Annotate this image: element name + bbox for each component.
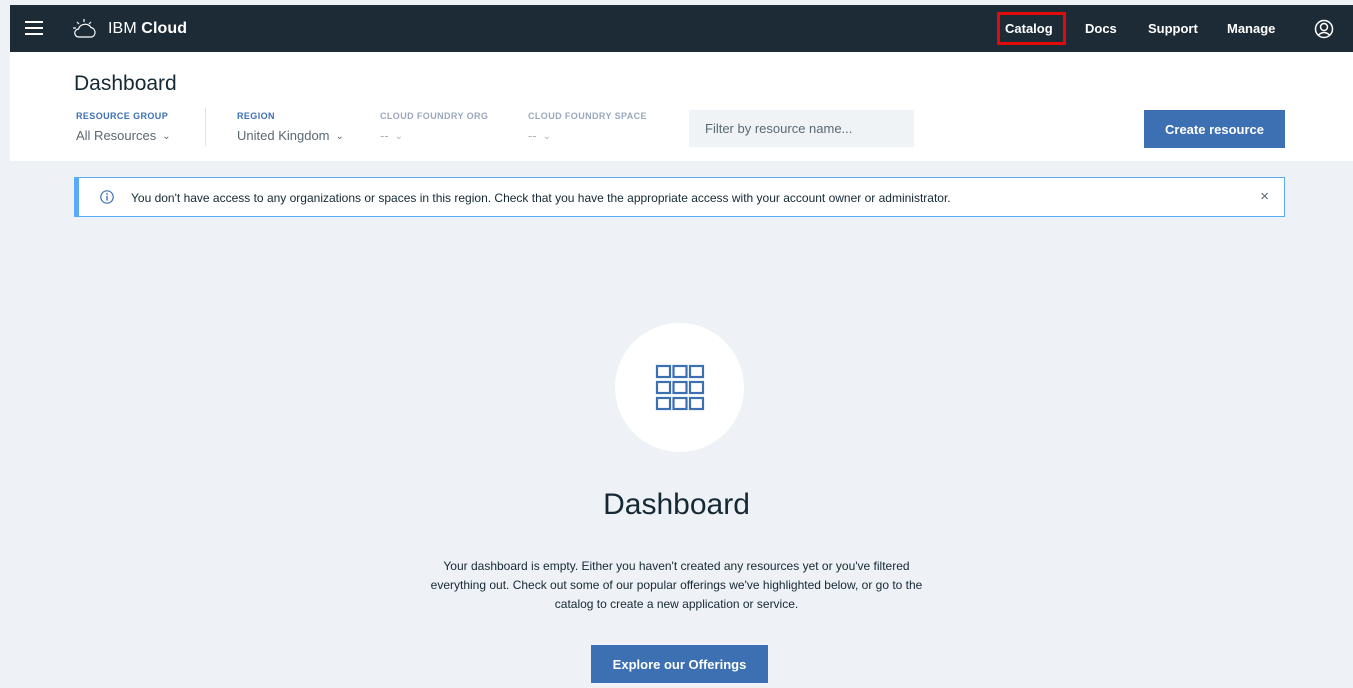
brand-name: IBM Cloud (108, 20, 187, 38)
user-avatar-icon[interactable] (1314, 19, 1334, 39)
resource-group-label: RESOURCE GROUP (76, 111, 169, 121)
cloud-logo-icon (73, 19, 96, 38)
top-navigation-bar: IBM Cloud Catalog Docs Support Manage (10, 5, 1353, 52)
chevron-down-icon: ⌄ (162, 131, 171, 142)
brand-name-light: IBM (108, 20, 137, 37)
explore-offerings-button[interactable]: Explore our Offerings (591, 645, 768, 683)
nav-docs[interactable]: Docs (1085, 21, 1117, 36)
page-title: Dashboard (74, 72, 177, 95)
banner-message: You don't have access to any organizatio… (131, 191, 951, 205)
cloud-foundry-org-label: CLOUD FOUNDRY ORG (380, 111, 489, 121)
chevron-down-icon: ⌄ (542, 131, 552, 142)
grid-icon (655, 364, 705, 411)
resource-group-value: All Resources (76, 128, 157, 143)
dashboard-header: Dashboard RESOURCE GROUP All Resources ⌄ … (10, 52, 1353, 161)
empty-state-description: Your dashboard is empty. Either you have… (430, 559, 923, 611)
cloud-foundry-space-value: -- (528, 128, 537, 143)
hamburger-menu-icon[interactable] (25, 21, 43, 35)
cloud-foundry-space-dropdown[interactable]: -- ⌄ (528, 128, 551, 143)
chevron-down-icon: ⌄ (335, 131, 344, 142)
filter-divider (205, 108, 206, 146)
nav-catalog[interactable]: Catalog (1005, 21, 1053, 36)
region-value: United Kingdom (237, 128, 330, 143)
create-resource-button[interactable]: Create resource (1144, 110, 1285, 148)
cloud-foundry-org-dropdown[interactable]: -- ⌄ (380, 128, 403, 143)
info-banner: You don't have access to any organizatio… (74, 177, 1285, 217)
resource-group-dropdown[interactable]: All Resources ⌄ (76, 128, 171, 143)
close-icon[interactable]: × (1260, 188, 1269, 205)
chevron-down-icon: ⌄ (394, 131, 404, 142)
nav-support[interactable]: Support (1148, 21, 1198, 36)
nav-manage[interactable]: Manage (1227, 21, 1275, 36)
empty-state-title: Dashboard (603, 488, 750, 521)
region-label: REGION (237, 111, 275, 121)
brand-logo[interactable]: IBM Cloud (72, 18, 187, 40)
info-icon (100, 190, 114, 204)
cloud-foundry-space-label: CLOUD FOUNDRY SPACE (528, 111, 647, 121)
resource-filter-input[interactable] (689, 110, 914, 147)
brand-name-bold: Cloud (141, 20, 188, 37)
region-dropdown[interactable]: United Kingdom ⌄ (237, 128, 344, 143)
cloud-foundry-org-value: -- (380, 128, 389, 143)
